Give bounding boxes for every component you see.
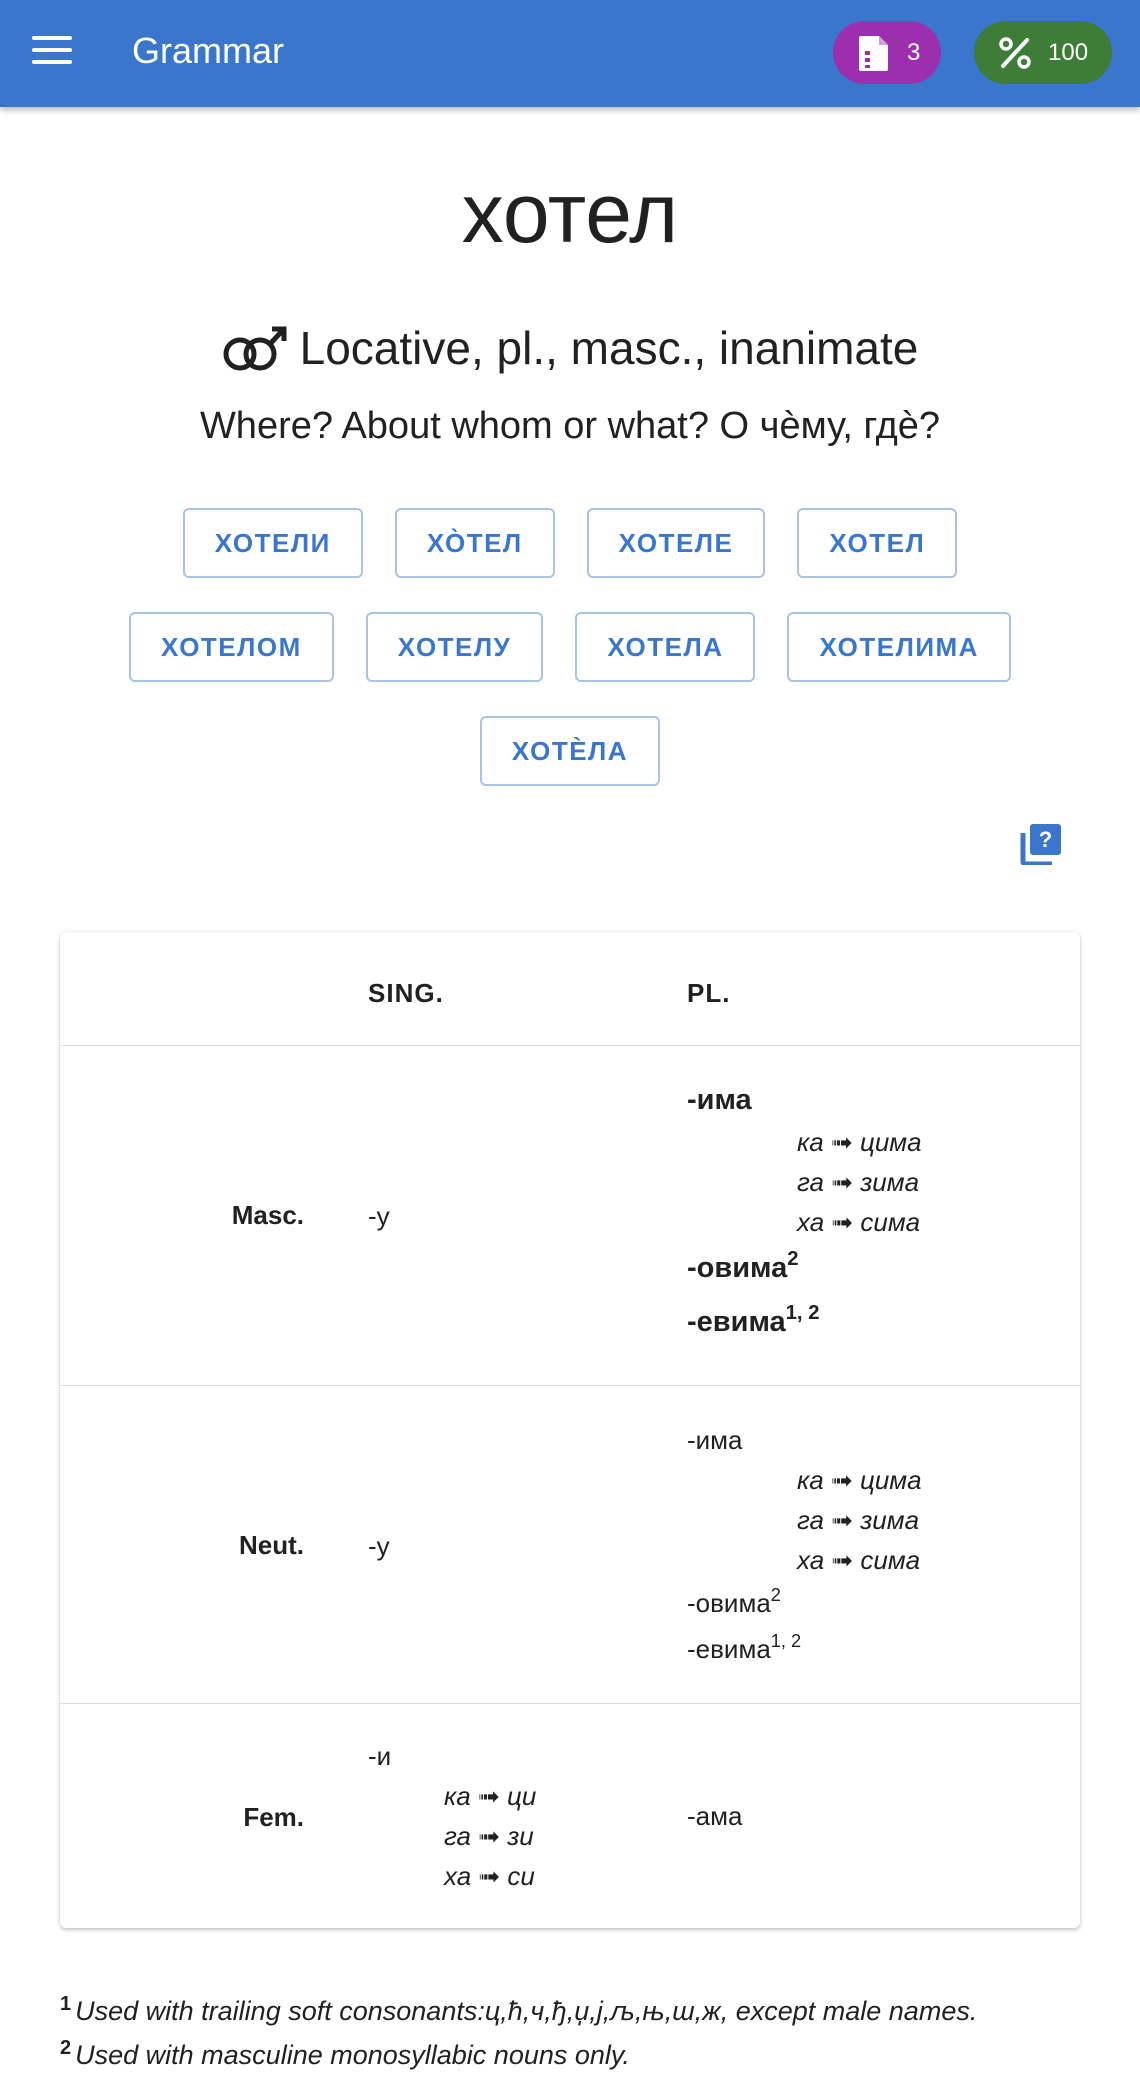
form-button[interactable]: ХО̀ТЕЛ (394, 508, 555, 578)
footnote-1: 1 Used with trailing soft consonants:ц,ћ,… (60, 1984, 977, 2031)
pl-ending-fem: -ама (687, 1801, 743, 1831)
app-bar: Grammar 3 100 (0, 0, 1140, 107)
case-description: Locative, pl., masc., inanimate (299, 322, 919, 374)
sing-endings-fem: -и ка ➟ ци га ➟ зи ха ➟ си (368, 1736, 628, 1896)
footnote-ref: 2 (770, 1585, 781, 1606)
form-button[interactable]: ХОТЕЛИ (182, 508, 363, 578)
percent-badge[interactable]: 100 (974, 21, 1112, 84)
form-button[interactable]: ХОТЕЛА (575, 612, 756, 682)
consonant-change: ха ➟ сима (797, 1207, 921, 1237)
word-title: хотел (461, 166, 679, 260)
pl-endings-masc: -има ка ➟ цима га ➟ зима ха ➟ сима -овим… (687, 1078, 1047, 1344)
footnote-text: Used with trailing soft consonants:ц,ћ,ч… (75, 1996, 978, 2026)
sing-ending-neut: -у (368, 1531, 390, 1561)
form-button[interactable]: ХОТЀЛА (479, 716, 661, 786)
gender-label-neut: Neut. (239, 1530, 304, 1560)
gender-label-masc: Masc. (231, 1200, 304, 1230)
consonant-change: га ➟ зима (797, 1505, 920, 1535)
ending: -има (687, 1425, 743, 1455)
masculine-neuter-icon (223, 326, 287, 371)
files-count: 3 (907, 38, 921, 66)
ending: -и (368, 1741, 392, 1771)
ending-text: -евима (687, 1306, 786, 1338)
form-button[interactable]: ХОТЕЛУ (365, 612, 544, 682)
ending: -има (687, 1084, 752, 1116)
ending: -овима2 (687, 1246, 1047, 1290)
footnote-ref: 2 (787, 1247, 799, 1270)
percent-icon (999, 36, 1031, 69)
divider (60, 1703, 1080, 1704)
ending: -евима1, 2 (687, 1300, 1047, 1344)
ending: -евима1, 2 (687, 1626, 1047, 1672)
form-button[interactable]: ХОТЕЛ (797, 508, 958, 578)
files-count-badge[interactable]: 3 (833, 21, 941, 84)
consonant-change: ха ➟ сима (797, 1545, 921, 1575)
case-question: Where? About whom or what? О чѐму, гдѐ? (199, 405, 941, 447)
consonant-change: га ➟ зи (444, 1821, 534, 1851)
case-description-line: Locative, pl., masc., inanimate (0, 318, 1140, 378)
pl-endings-neut: -има ка ➟ цима га ➟ зима ха ➟ сима -овим… (687, 1420, 1047, 1672)
percent-value: 100 (1048, 38, 1089, 66)
ending-text: -овима (687, 1588, 771, 1618)
consonant-change: ха ➟ си (444, 1861, 535, 1891)
footnote-ref: 1, 2 (770, 1631, 802, 1652)
form-button[interactable]: ХОТЕЛЕ (586, 508, 766, 578)
file-icon (859, 35, 888, 71)
column-header-plural: PL. (687, 978, 731, 1008)
form-button[interactable]: ХОТЕЛОМ (129, 612, 334, 682)
ending-text: -евима (687, 1634, 771, 1664)
forms-row-1: ХОТЕЛИ ХО̀ТЕЛ ХОТЕЛЕ ХОТЕЛ (0, 508, 1140, 578)
divider (60, 1385, 1080, 1386)
footnote-2: 2 Used with masculine monosyllabic nouns … (60, 2028, 630, 2075)
divider (60, 1045, 1080, 1046)
app-title: Grammar (132, 30, 284, 71)
footnote-number: 1 (60, 1993, 72, 2015)
forms-row-3: ХОТЀЛА (0, 716, 1140, 786)
svg-text:?: ? (1039, 827, 1052, 852)
footnote-ref: 1, 2 (785, 1301, 820, 1324)
column-header-singular: SING. (368, 978, 444, 1008)
sing-ending-masc: -у (368, 1201, 390, 1231)
help-book-icon[interactable]: ? (1020, 823, 1062, 865)
footnote-number: 2 (60, 2037, 72, 2059)
ending-text: -овима (687, 1252, 788, 1284)
menu-icon[interactable] (32, 36, 72, 70)
consonant-change: ка ➟ цима (797, 1127, 922, 1157)
consonant-change: ка ➟ цима (797, 1465, 922, 1495)
gender-label-fem: Fem. (243, 1802, 304, 1832)
form-button[interactable]: ХОТЕЛИМА (787, 612, 1011, 682)
consonant-change: га ➟ зима (797, 1167, 920, 1197)
ending: -овима2 (687, 1580, 1047, 1626)
forms-row-2: ХОТЕЛОМ ХОТЕЛУ ХОТЕЛА ХОТЕЛИМА (0, 612, 1140, 682)
footnote-text: Used with masculine monosyllabic nouns o… (75, 2040, 630, 2070)
consonant-change: ка ➟ ци (444, 1781, 537, 1811)
